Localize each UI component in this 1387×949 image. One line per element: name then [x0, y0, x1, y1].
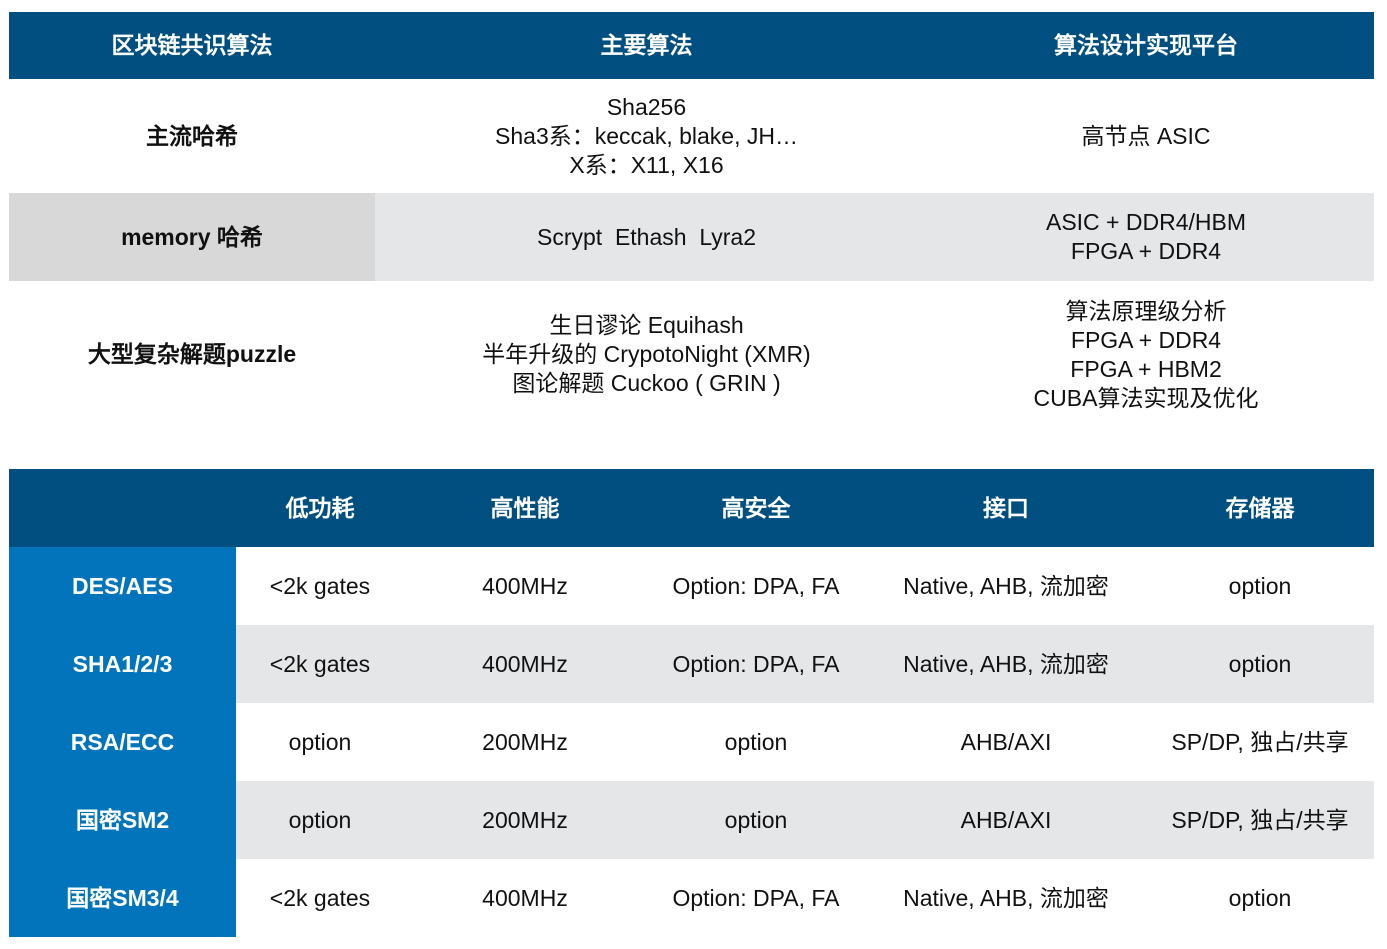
table-cell: AHB/AXI [960, 806, 1052, 833]
algorithm-line: Sha3系：keccak, blake, JH… [495, 122, 798, 149]
table-cell: 400MHz [482, 884, 568, 911]
table-row: 大型复杂解题puzzle 生日谬论 Equihash 半年升级的 Crypoto… [9, 281, 1374, 428]
platform-line: 算法原理级分析 [1065, 297, 1227, 324]
platform-line: FPGA + DDR4 [1070, 326, 1222, 353]
platform-line: FPGA + DDR4 [1070, 238, 1222, 264]
table-cell: Option: DPA, FA [672, 650, 840, 677]
consensus-table-header: 区块链共识算法 主要算法 算法设计实现平台 [9, 12, 1374, 79]
table-row: SHA1/2/3 <2k gates 400MHz Option: DPA, F… [9, 625, 1374, 703]
row-label: 主流哈希 [146, 122, 238, 149]
table-cell: option [724, 728, 788, 755]
platform-line: 高节点 ASIC [1081, 122, 1211, 149]
platforms-cell: 算法原理级分析 FPGA + DDR4 FPGA + HBM2 CUBA算法实现… [918, 281, 1374, 428]
table-cell: Option: DPA, FA [672, 572, 840, 599]
platforms-cell: 高节点 ASIC [918, 79, 1374, 193]
table-row: 国密SM2 option 200MHz option AHB/AXI SP/DP… [9, 781, 1374, 859]
header-cell: 接口 [983, 494, 1029, 521]
platform-line: FPGA + HBM2 [1070, 355, 1222, 382]
table-row: RSA/ECC option 200MHz option AHB/AXI SP/… [9, 703, 1374, 781]
header-cell: 低功耗 [285, 494, 355, 521]
table-cell: option [288, 728, 352, 755]
algorithm-line: Scrypt Ethash Lyra2 [536, 223, 757, 250]
row-label: 国密SM2 [9, 781, 236, 859]
ip-table-header: 低功耗 高性能 高安全 接口 存储器 [9, 469, 1374, 547]
header-cell: 区块链共识算法 [111, 32, 273, 58]
row-label: 大型复杂解题puzzle [87, 341, 297, 367]
table-cell: Native, AHB, 流加密 [903, 572, 1109, 599]
header-cell: 高安全 [721, 494, 791, 521]
table-cell: 400MHz [482, 650, 568, 677]
table-cell: 400MHz [482, 572, 568, 599]
row-label: RSA/ECC [9, 703, 236, 781]
table-cell: option [1228, 650, 1292, 677]
algorithms-cell: Scrypt Ethash Lyra2 [375, 193, 918, 281]
table-cell: Option: DPA, FA [672, 884, 840, 911]
table-cell: <2k gates [269, 650, 371, 677]
table-cell: Native, AHB, 流加密 [903, 650, 1109, 677]
header-cell [9, 469, 236, 547]
algorithms-cell: Sha256 Sha3系：keccak, blake, JH… X系：X11, … [375, 79, 918, 193]
table-cell: option [1228, 572, 1292, 599]
platform-line: CUBA算法实现及优化 [1033, 384, 1259, 411]
row-label: SHA1/2/3 [9, 625, 236, 703]
header-cell: 存储器 [1225, 494, 1295, 521]
table-cell: AHB/AXI [960, 728, 1052, 755]
header-cell: 算法设计实现平台 [1054, 32, 1238, 58]
table-row: memory 哈希 Scrypt Ethash Lyra2 ASIC + DDR… [9, 193, 1374, 281]
algorithm-line: 图论解题 Cuckoo ( GRIN ) [512, 370, 781, 396]
table-cell: option [1228, 884, 1292, 911]
table-row: 主流哈希 Sha256 Sha3系：keccak, blake, JH… X系：… [9, 79, 1374, 193]
table-cell: <2k gates [269, 884, 371, 911]
crypto-ip-table: 低功耗 高性能 高安全 接口 存储器 DES/AES <2k gates 400… [9, 469, 1374, 937]
table-cell: 200MHz [482, 806, 568, 833]
table-cell: option [288, 806, 352, 833]
algorithm-line: 半年升级的 CrypotoNight (XMR) [482, 341, 811, 367]
table-cell: Native, AHB, 流加密 [903, 884, 1109, 911]
header-cell: 高性能 [490, 494, 560, 521]
header-cell: 主要算法 [600, 32, 693, 58]
row-label: 国密SM3/4 [9, 859, 236, 937]
table-row: DES/AES <2k gates 400MHz Option: DPA, FA… [9, 547, 1374, 625]
table-row: 国密SM3/4 <2k gates 400MHz Option: DPA, FA… [9, 859, 1374, 937]
algorithm-line: X系：X11, X16 [569, 151, 724, 178]
table-cell: 200MHz [482, 728, 568, 755]
table-cell: SP/DP, 独占/共享 [1171, 806, 1349, 833]
row-label: memory 哈希 [9, 193, 375, 281]
platform-line: ASIC + DDR4/HBM [1045, 209, 1246, 235]
row-label: DES/AES [9, 547, 236, 625]
algorithm-line: Sha256 [606, 93, 687, 120]
table-cell: <2k gates [269, 572, 371, 599]
platforms-cell: ASIC + DDR4/HBM FPGA + DDR4 [918, 193, 1374, 281]
consensus-algorithm-table: 区块链共识算法 主要算法 算法设计实现平台 主流哈希 Sha256 Sha3系：… [9, 12, 1374, 428]
algorithms-cell: 生日谬论 Equihash 半年升级的 CrypotoNight (XMR) 图… [375, 281, 918, 428]
table-cell: option [724, 806, 788, 833]
algorithm-line: 生日谬论 Equihash [549, 312, 744, 338]
table-cell: SP/DP, 独占/共享 [1171, 728, 1349, 755]
